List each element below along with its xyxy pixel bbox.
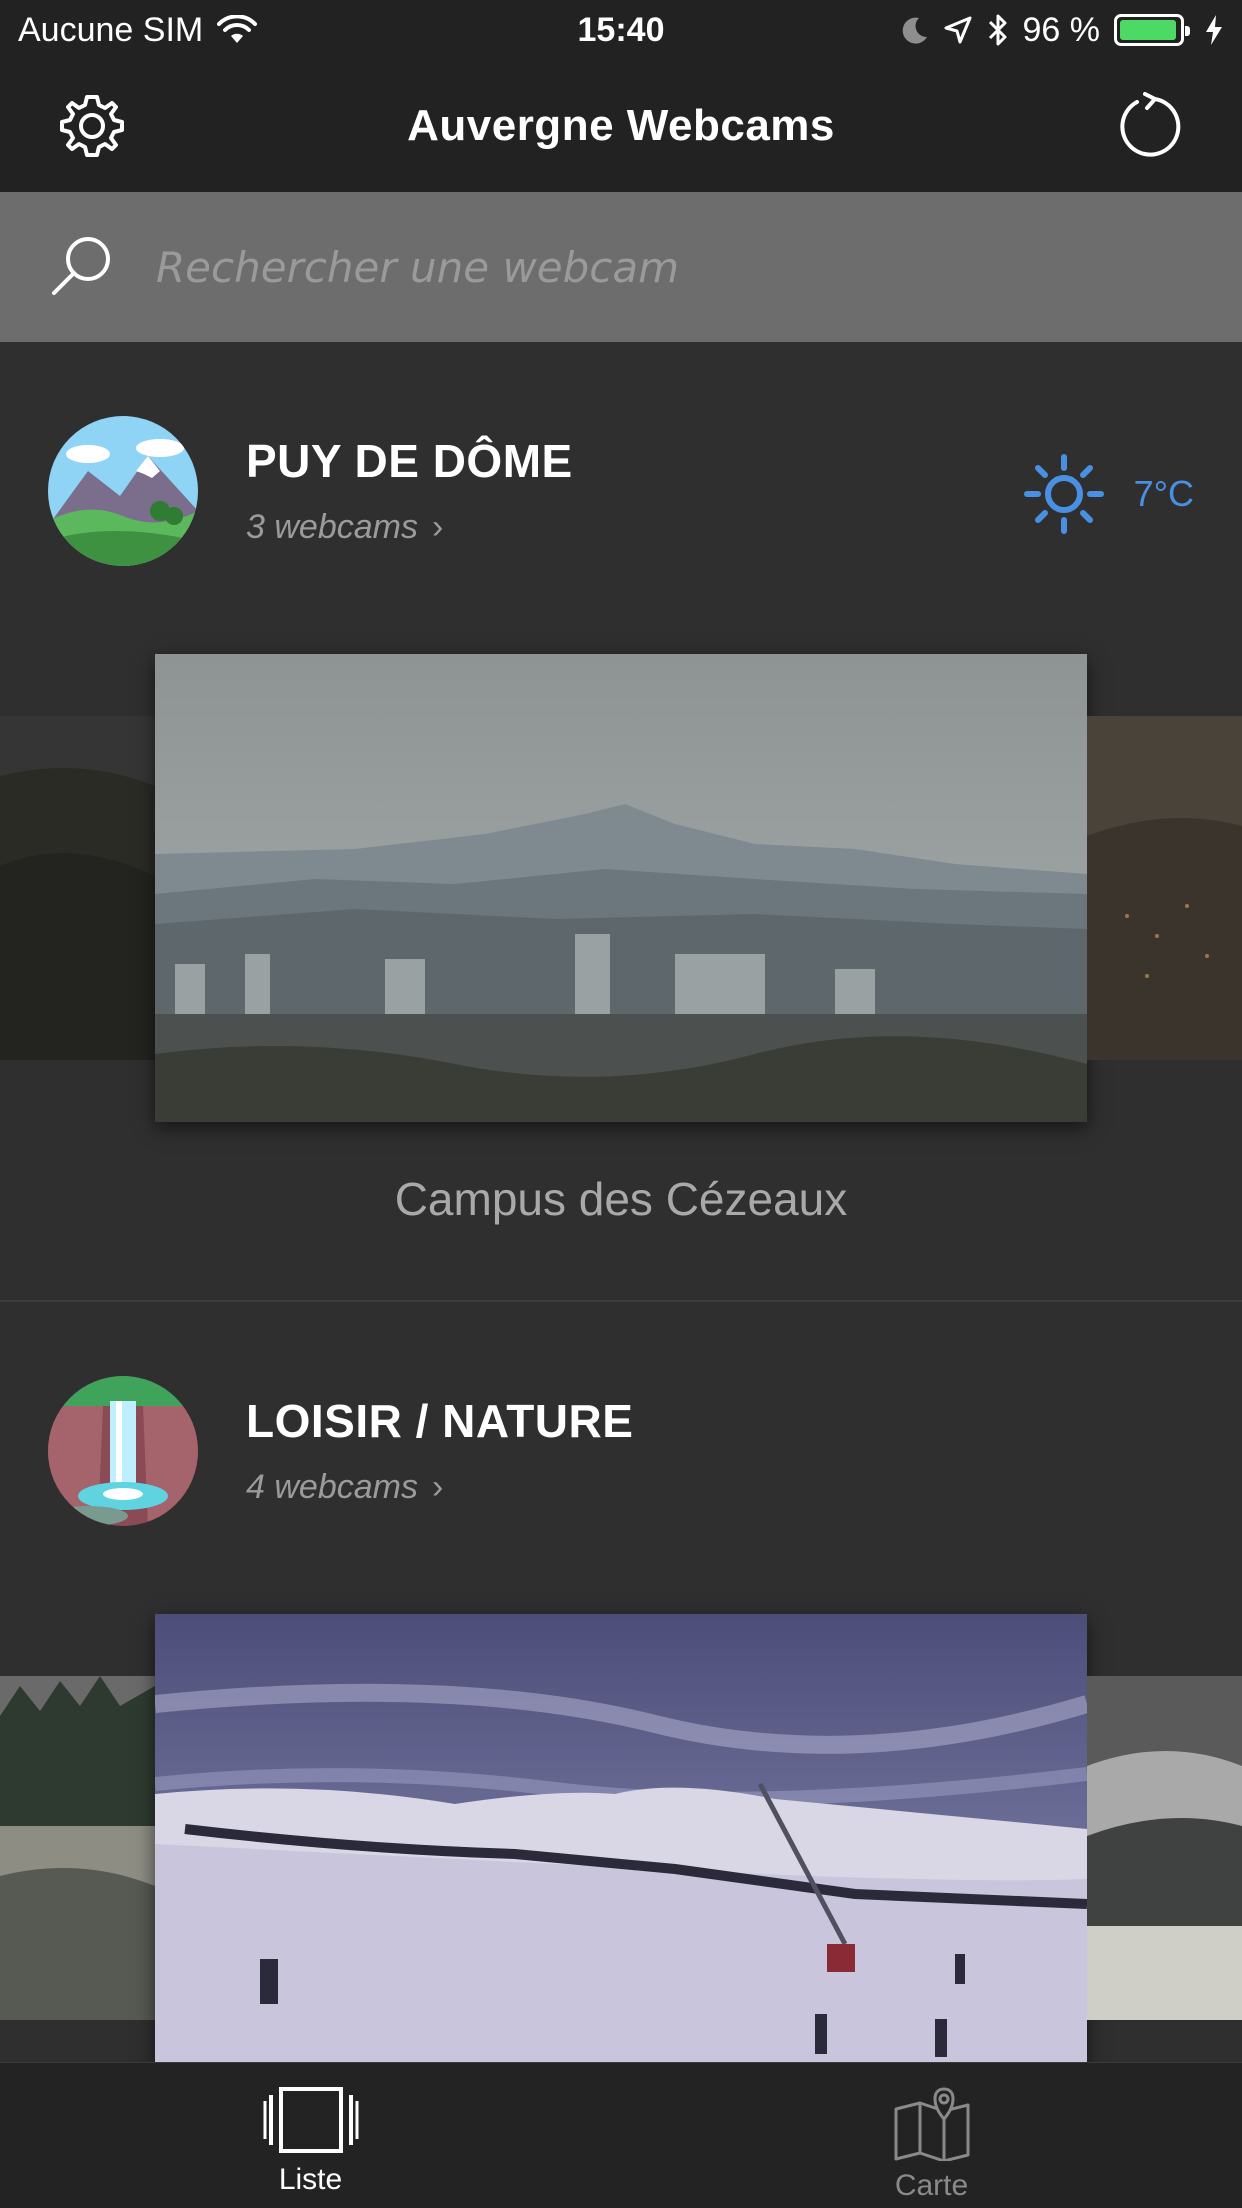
map-icon: [894, 2087, 969, 2161]
search-icon: [52, 237, 110, 295]
webcam-carousel-loisir-nature[interactable]: [0, 1614, 1242, 2062]
webcam-carousel-puy-de-dome[interactable]: [0, 654, 1242, 1124]
status-right: 96 %: [901, 11, 1225, 50]
weather-widget: 7°C: [1023, 454, 1194, 534]
tab-label: Carte: [894, 2169, 969, 2202]
webcam-ski-slope-image: [155, 1614, 1087, 2062]
moon-icon: [902, 17, 927, 44]
gear-icon: [60, 95, 124, 157]
section-title: PUY DE DÔME: [246, 435, 573, 487]
chevron-right-icon: ›: [431, 1468, 444, 1506]
search-input[interactable]: [156, 242, 1156, 292]
section-title: LOISIR / NATURE: [246, 1395, 634, 1447]
tab-liste[interactable]: Liste: [0, 2063, 621, 2208]
webcam-city-mountain-image: [155, 654, 1087, 1122]
webcam-count: 4 webcams: [246, 1468, 418, 1506]
carrier-label: Aucune SIM: [18, 10, 204, 49]
search-bar: [0, 192, 1242, 342]
webcam-thumbnail: [1087, 716, 1242, 1060]
webcam-thumbnail: [1087, 1676, 1242, 2020]
chevron-right-icon: ›: [431, 508, 444, 546]
section-avatar-mountain: [48, 416, 198, 566]
tab-bar: Liste Carte: [0, 2062, 1242, 2208]
page-title: Auvergne Webcams: [407, 101, 835, 150]
settings-button[interactable]: [54, 88, 130, 164]
webcam-count: 3 webcams: [246, 508, 418, 546]
webcam-preview-previous[interactable]: [0, 716, 155, 1060]
battery-percent: 96 %: [1022, 10, 1101, 49]
tab-label: Liste: [278, 2163, 343, 2196]
section-webcam-count-link[interactable]: 4 webcams ›: [246, 1468, 443, 1507]
temperature: 7°C: [1133, 473, 1194, 514]
section-avatar-waterfall: [48, 1376, 198, 1526]
webcam-preview-next[interactable]: [1087, 1676, 1242, 2020]
webcam-image-main[interactable]: [155, 654, 1087, 1122]
bluetooth-icon: [988, 14, 1006, 46]
status-bar: Aucune SIM 15:40 96 %: [0, 0, 1242, 60]
wifi-icon: [217, 15, 258, 43]
status-left: Aucune SIM: [18, 10, 258, 50]
webcam-name: Campus des Cézeaux: [394, 1173, 848, 1225]
sun-icon: [1023, 454, 1104, 534]
section-webcam-count-link[interactable]: 3 webcams ›: [246, 508, 443, 547]
navigation-bar: Auvergne Webcams: [0, 60, 1242, 192]
refresh-icon: [1120, 92, 1181, 157]
charging-bolt-icon: [1206, 15, 1222, 45]
refresh-button[interactable]: [1112, 88, 1188, 164]
waterfall-illustration: [48, 1376, 198, 1526]
section-header-puy-de-dome[interactable]: PUY DE DÔME 3 webcams › 7°C: [0, 416, 1242, 566]
mountain-illustration: [48, 416, 198, 566]
location-arrow-icon: [944, 16, 971, 44]
webcam-thumbnail: [0, 716, 155, 1060]
webcam-thumbnail: [0, 1676, 155, 2020]
tab-carte[interactable]: Carte: [621, 2063, 1242, 2208]
webcam-preview-next[interactable]: [1087, 716, 1242, 1060]
section-divider: [0, 1300, 1242, 1302]
section-header-loisir-nature[interactable]: LOISIR / NATURE 4 webcams ›: [0, 1376, 1242, 1526]
battery-icon: [1114, 14, 1190, 46]
list-cards-icon: [263, 2087, 358, 2153]
webcam-preview-previous[interactable]: [0, 1676, 155, 2020]
webcam-image-main[interactable]: [155, 1614, 1087, 2082]
battery-fill: [1120, 20, 1176, 40]
